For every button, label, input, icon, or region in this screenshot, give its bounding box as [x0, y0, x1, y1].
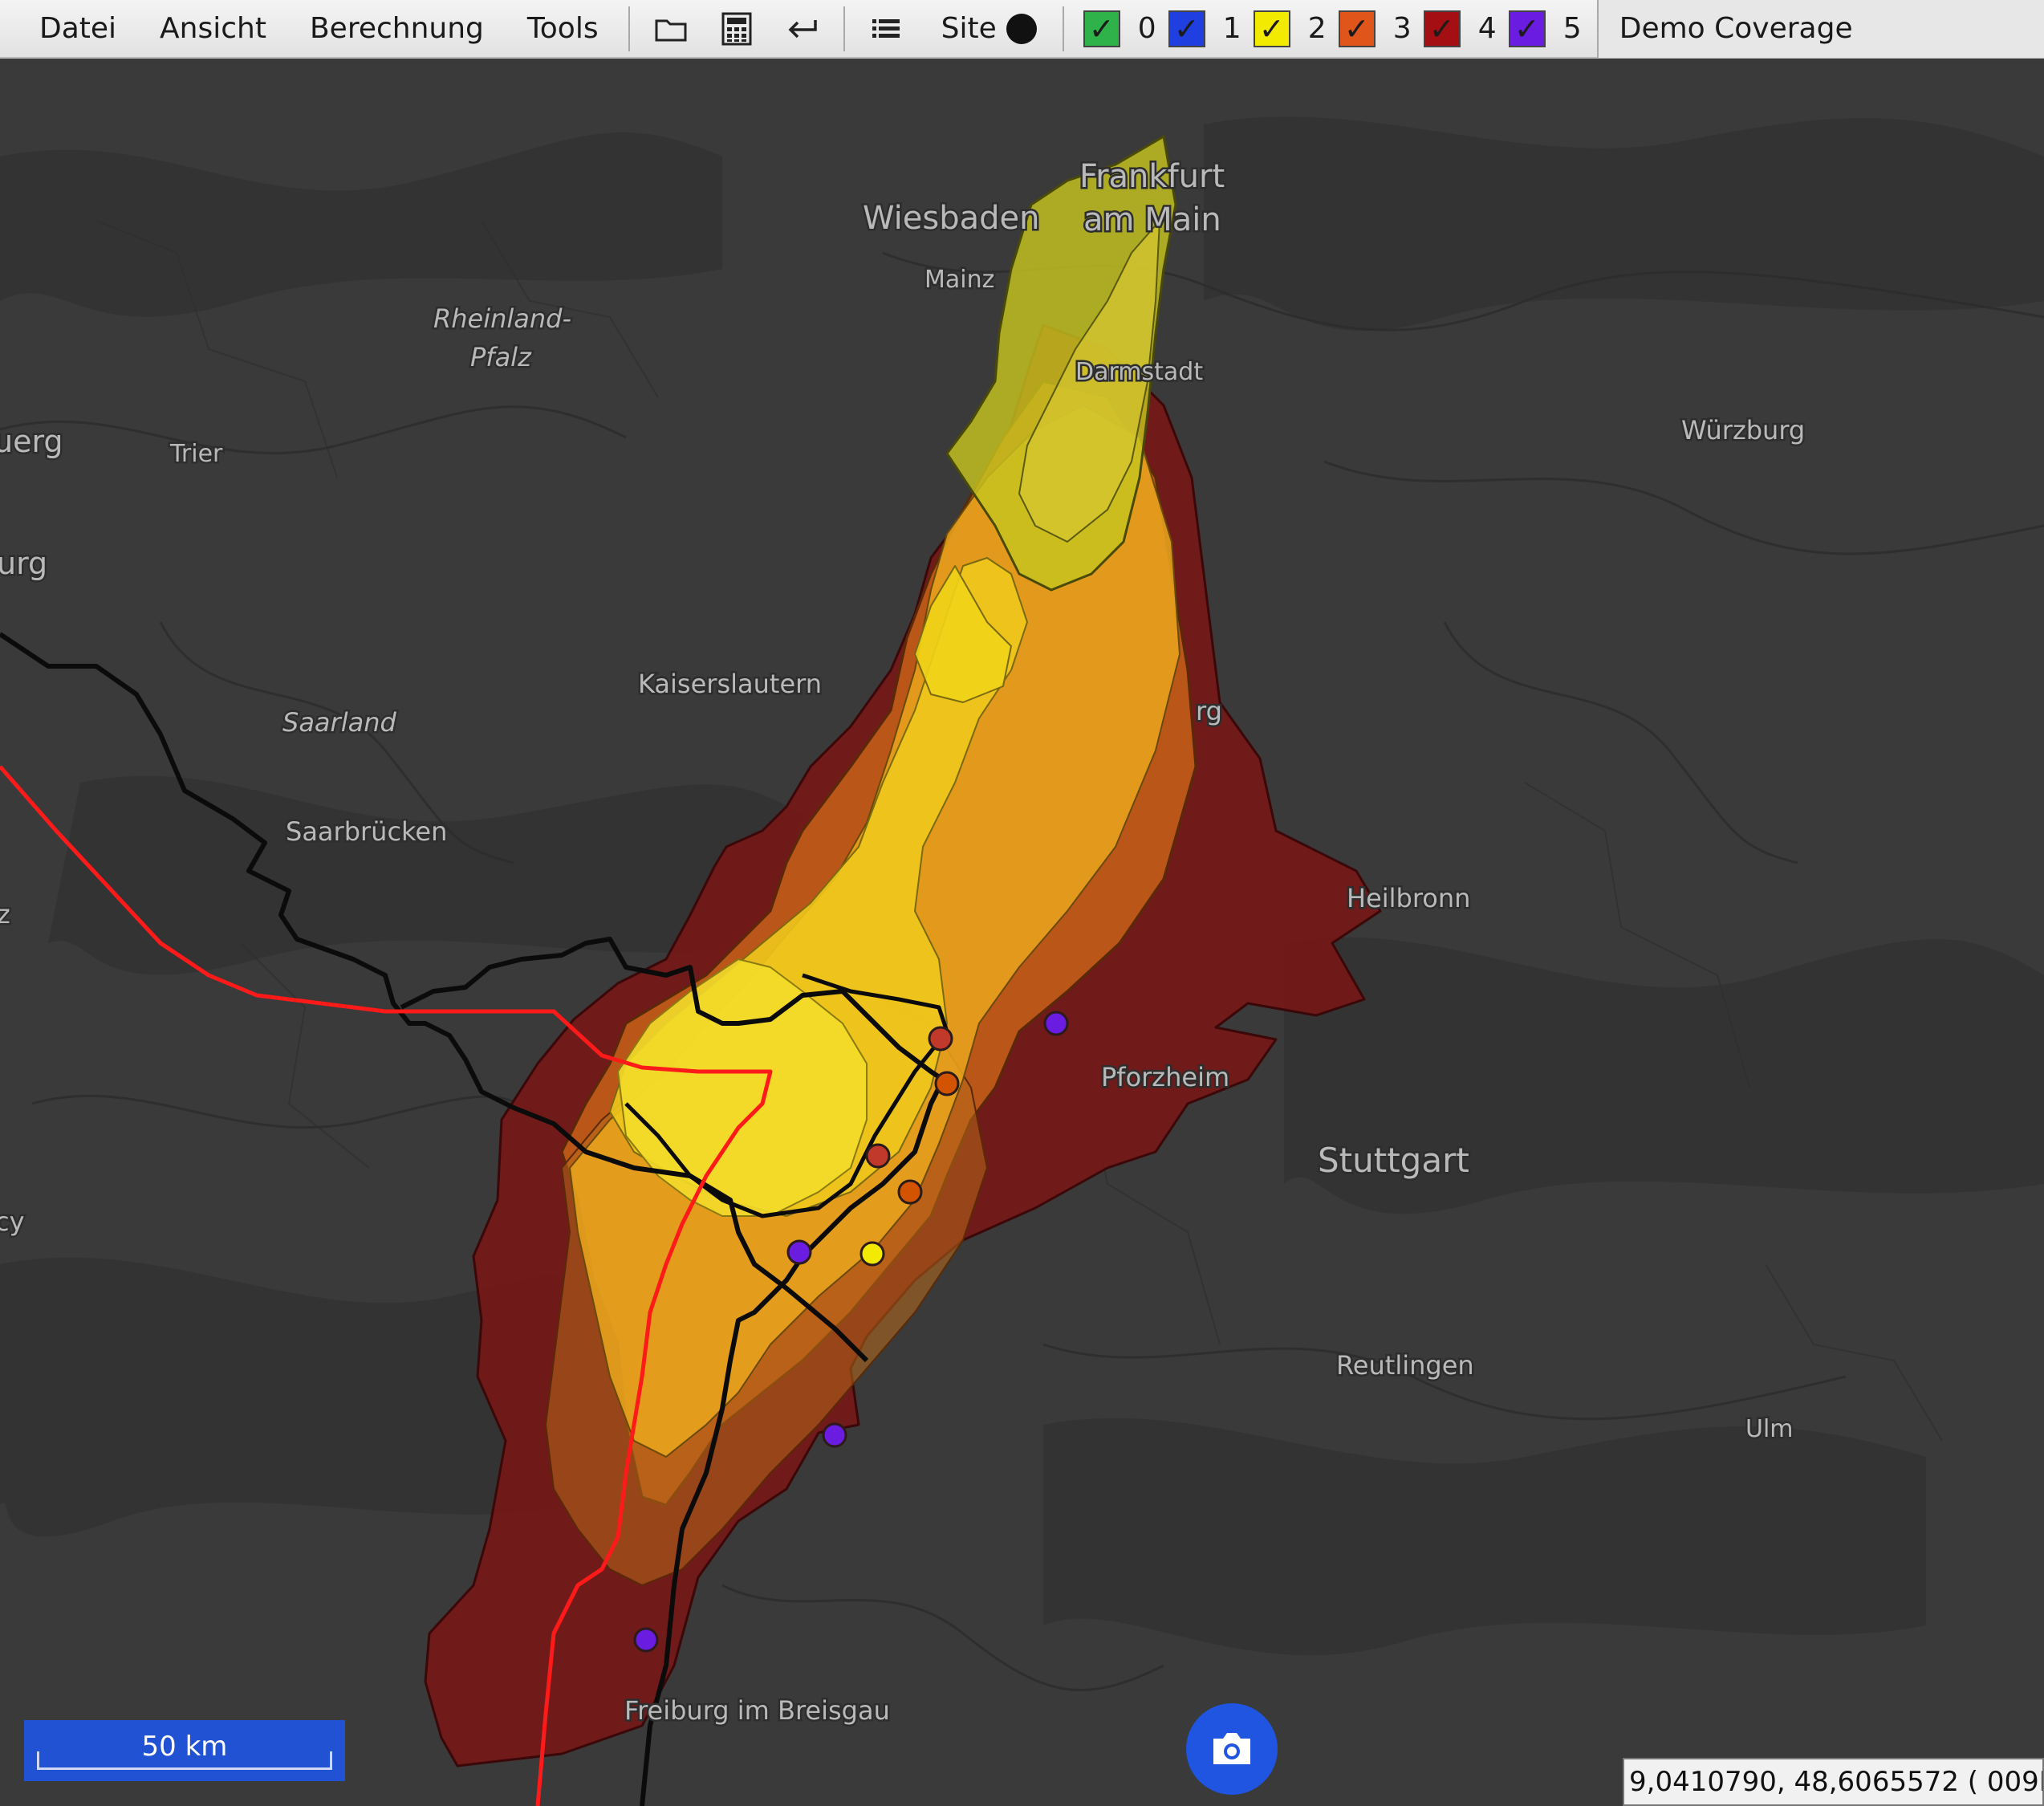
checkmark-icon: ✓	[1428, 10, 1455, 47]
place-label: z	[0, 899, 10, 929]
site-marker[interactable]	[822, 1422, 847, 1448]
layer-name-field[interactable]: Demo Coverage	[1596, 0, 2044, 58]
place-label: urg	[0, 546, 47, 581]
map-canvas[interactable]: Frankfurt am Main Wiesbaden Mainz Darmst…	[0, 60, 2044, 1806]
layer-number: 2	[1307, 12, 1327, 45]
place-label: Trier	[169, 440, 223, 468]
calculate-button[interactable]	[704, 5, 770, 53]
place-label: Reutlingen	[1336, 1350, 1474, 1381]
place-label: Würzburg	[1681, 415, 1805, 445]
place-label: rg	[1196, 696, 1222, 726]
place-label: uerg	[0, 424, 63, 459]
site-marker[interactable]	[633, 1627, 659, 1653]
place-label: Frankfurt	[1079, 158, 1225, 195]
site-marker[interactable]	[786, 1239, 812, 1265]
place-label: Freiburg im Breisgau	[624, 1695, 890, 1726]
checkmark-icon: ✓	[1173, 10, 1200, 47]
open-folder-button[interactable]	[638, 5, 704, 53]
menu-berechnung[interactable]: Berechnung	[288, 0, 506, 58]
place-label: Saarland	[282, 707, 396, 738]
screenshot-button[interactable]	[1186, 1703, 1278, 1795]
layer-number: 1	[1222, 12, 1241, 45]
checkmark-icon: ✓	[1343, 10, 1370, 47]
toolbar-separator	[1062, 6, 1064, 51]
layer-number: 3	[1392, 12, 1412, 45]
place-label: Wiesbaden	[863, 200, 1040, 237]
place-label: Stuttgart	[1318, 1141, 1469, 1180]
layer-checkbox-4[interactable]: ✓	[1423, 10, 1461, 47]
site-marker[interactable]	[859, 1241, 885, 1267]
layer-checkbox-1[interactable]: ✓	[1168, 10, 1205, 47]
list-button[interactable]	[853, 5, 919, 53]
list-icon	[872, 18, 900, 38]
site-dot-icon	[1006, 13, 1037, 44]
place-label: Rheinland-	[433, 303, 571, 334]
toolbar: Datei Ansicht Berechnung Tools Site ✓ 0 ✓ 1…	[0, 0, 2044, 59]
site-marker[interactable]	[865, 1143, 891, 1169]
menu-tools[interactable]: Tools	[506, 0, 620, 58]
site-marker[interactable]	[928, 1026, 953, 1051]
place-label: Pforzheim	[1101, 1062, 1229, 1092]
place-label: Darmstadt	[1075, 358, 1203, 386]
site-label: Site	[941, 12, 997, 45]
checkmark-icon: ✓	[1258, 10, 1285, 47]
layer-number: 0	[1137, 12, 1156, 45]
camera-icon	[1213, 1733, 1250, 1764]
layer-checkboxes: ✓ 0 ✓ 1 ✓ 2 ✓ 3 ✓ 4 ✓ 5	[1072, 10, 1583, 47]
place-label: Pfalz	[470, 342, 532, 372]
checkmark-icon: ✓	[1514, 10, 1540, 47]
place-label: cy	[0, 1206, 25, 1237]
place-label: Saarbrücken	[286, 816, 447, 847]
site-marker[interactable]	[1043, 1011, 1069, 1036]
toolbar-separator	[628, 6, 630, 51]
undo-arrow-icon	[788, 19, 817, 38]
layer-number: 4	[1477, 12, 1497, 45]
undo-button[interactable]	[770, 5, 835, 53]
layer-checkbox-0[interactable]: ✓	[1083, 10, 1120, 47]
site-marker[interactable]	[934, 1071, 960, 1096]
place-label: Mainz	[924, 266, 994, 294]
layer-number: 5	[1562, 12, 1582, 45]
folder-icon	[655, 19, 687, 41]
site-toggle[interactable]: Site	[919, 12, 1055, 45]
menu-ansicht[interactable]: Ansicht	[138, 0, 288, 58]
coordinate-readout: 9,0410790, 48,6065572 ( 009E022	[1623, 1758, 2044, 1806]
place-label: Kaiserslautern	[638, 669, 822, 699]
checkmark-icon: ✓	[1088, 10, 1115, 47]
layer-checkbox-3[interactable]: ✓	[1338, 10, 1376, 47]
toolbar-separator	[843, 6, 845, 51]
layer-checkbox-2[interactable]: ✓	[1253, 10, 1290, 47]
layer-checkbox-5[interactable]: ✓	[1508, 10, 1546, 47]
place-label: Heilbronn	[1347, 883, 1470, 913]
calculator-icon	[721, 12, 752, 45]
place-label: am Main	[1083, 201, 1221, 238]
scale-bar: 50 km	[24, 1720, 345, 1781]
menu-datei[interactable]: Datei	[18, 0, 138, 58]
place-label: Ulm	[1745, 1415, 1794, 1443]
site-marker[interactable]	[897, 1179, 923, 1205]
scale-bar-ruler	[37, 1751, 332, 1770]
